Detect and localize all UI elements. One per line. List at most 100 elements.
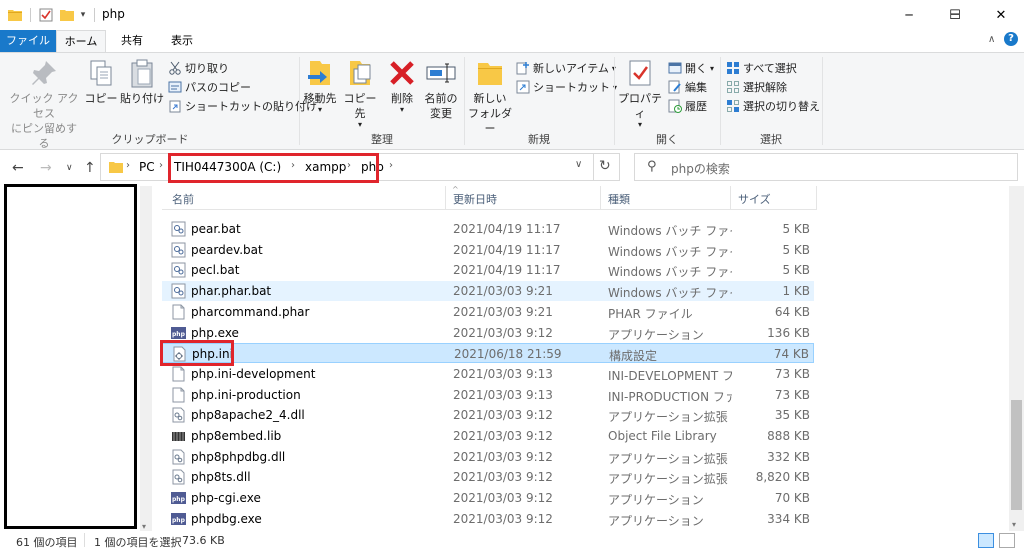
scissors-icon	[168, 61, 182, 75]
invert-selection-button[interactable]: 選択の切り替え	[726, 97, 820, 115]
properties-label: プロパティ	[618, 92, 662, 120]
file-row[interactable]: peardev.bat 2021/04/19 11:17 Windows バッチ フ…	[162, 240, 814, 260]
select-none-button[interactable]: 選択解除	[726, 78, 787, 96]
file-type: INI-DEVELOPMENT フ...	[608, 368, 732, 383]
folder-icon	[474, 57, 506, 89]
shortcut-button[interactable]: ショートカット ▾	[516, 78, 617, 96]
file-size: 64 KB	[774, 304, 810, 319]
minimize-button-2[interactable]: ─	[886, 0, 932, 30]
refresh-icon[interactable]: ↻	[599, 158, 611, 174]
delete-label: 削除	[391, 92, 413, 105]
file-date: 2021/06/18 21:59	[454, 347, 562, 362]
chevron-down-icon[interactable]: ▾	[142, 522, 146, 531]
edit-icon	[668, 80, 682, 94]
edit-button[interactable]: 編集	[668, 78, 707, 96]
copy-to-button[interactable]: コピー先 ▾	[340, 57, 380, 129]
file-size: 70 KB	[774, 491, 810, 506]
new-folder-quick-icon[interactable]	[60, 7, 74, 23]
delete-button[interactable]: 削除 ▾	[384, 57, 420, 114]
window-title: php	[102, 7, 125, 21]
pin-icon	[28, 57, 60, 89]
file-row[interactable]: pharcommand.phar 2021/03/03 9:21 PHAR ファイル…	[162, 302, 814, 322]
column-type[interactable]: 種類	[608, 191, 630, 207]
maximize-button[interactable]: ☐	[932, 0, 978, 30]
file-size: 73 KB	[774, 366, 810, 381]
file-row[interactable]: php8embed.lib 2021/03/03 9:12 Object File …	[162, 426, 814, 446]
copy-label: コピー	[84, 92, 118, 105]
file-name: pharcommand.phar	[191, 304, 310, 319]
file-row[interactable]: php8apache2_4.dll 2021/03/03 9:12 アプリケーション…	[162, 405, 814, 425]
move-to-button[interactable]: 移動先 ▾	[302, 57, 338, 114]
php-exe-icon: php	[171, 511, 186, 527]
open-button[interactable]: 開く ▾	[668, 59, 714, 77]
open-icon	[668, 61, 682, 75]
selection-size: 73.6 KB	[182, 534, 225, 547]
file-row[interactable]: php.ini 2021/06/18 21:59 構成設定 74 KB	[162, 343, 814, 364]
chevron-up-icon[interactable]: ∧	[988, 34, 995, 45]
recent-locations-icon[interactable]: ∨	[66, 163, 73, 173]
new-folder-button[interactable]: 新しい フォルダー	[468, 57, 512, 136]
file-date: 2021/03/03 9:12	[453, 491, 553, 506]
large-icons-view-icon[interactable]	[999, 533, 1015, 548]
breadcrumb-pc[interactable]: PC	[139, 160, 155, 174]
chevron-down-icon[interactable]: ▾	[1012, 520, 1016, 529]
select-all-button[interactable]: すべて選択	[726, 59, 797, 77]
file-date: 2021/04/19 11:17	[453, 263, 561, 278]
scrollbar-thumb[interactable]	[1011, 400, 1022, 510]
navigation-pane-scrollbar[interactable]: ▾	[140, 186, 152, 531]
php-exe-icon: php	[171, 490, 186, 506]
file-row[interactable]: phar.phar.bat 2021/03/03 9:21 Windows バッチ …	[162, 281, 814, 302]
file-name: php.ini-development	[191, 366, 316, 381]
file-size: 1 KB	[782, 284, 810, 299]
forward-arrow-icon[interactable]: →	[40, 160, 52, 176]
back-arrow-icon[interactable]: ←	[12, 160, 24, 176]
tab-share[interactable]: 共有	[110, 30, 154, 52]
details-view-icon[interactable]	[978, 533, 994, 548]
file-row[interactable]: php.ini-production 2021/03/03 9:13 INI-PRO…	[162, 385, 814, 405]
paste-button[interactable]: 貼り付け	[120, 57, 164, 106]
file-row[interactable]: pear.bat 2021/04/19 11:17 Windows バッチ ファイル…	[162, 219, 814, 239]
history-label: 履歴	[685, 100, 707, 113]
file-list-scrollbar[interactable]: ▾	[1009, 186, 1024, 531]
column-size[interactable]: サイズ	[738, 191, 771, 207]
cut-button[interactable]: 切り取り	[168, 59, 229, 77]
column-name[interactable]: 名前	[172, 191, 194, 207]
up-arrow-icon[interactable]: ↑	[84, 160, 96, 176]
file-row[interactable]: php8ts.dll 2021/03/03 9:12 アプリケーション拡張 8,820…	[162, 467, 814, 487]
partial-row	[162, 210, 814, 215]
properties-button[interactable]: プロパティ ▾	[616, 57, 664, 129]
file-row[interactable]: php phpdbg.exe 2021/03/03 9:12 アプリケーション 334 …	[162, 509, 814, 529]
copy-path-button[interactable]: パスのコピー	[168, 78, 251, 96]
move-to-label: 移動先	[303, 92, 337, 105]
shortcut-label: ショートカット	[533, 81, 610, 94]
search-input[interactable]: phpの検索	[671, 160, 730, 177]
history-button[interactable]: 履歴	[668, 97, 707, 115]
tab-view[interactable]: 表示	[160, 30, 204, 52]
file-type: アプリケーション拡張	[608, 451, 728, 466]
file-row[interactable]: php php.exe 2021/03/03 9:12 アプリケーション 136 KB	[162, 323, 814, 343]
rename-button[interactable]: 名前の 変更	[422, 57, 460, 121]
copy-button[interactable]: コピー	[84, 57, 118, 106]
file-date: 2021/03/03 9:21	[453, 284, 553, 299]
file-size: 5 KB	[782, 242, 810, 257]
new-item-label: 新しいアイテム	[533, 62, 609, 75]
file-row[interactable]: pecl.bat 2021/04/19 11:17 Windows バッチ ファイル…	[162, 260, 814, 280]
help-icon[interactable]: ?	[1004, 32, 1018, 46]
file-date: 2021/03/03 9:13	[453, 387, 553, 402]
file-date: 2021/03/03 9:12	[453, 325, 553, 340]
new-item-button[interactable]: 新しいアイテム ▾	[516, 59, 616, 77]
tab-home[interactable]: ホーム	[56, 30, 106, 53]
file-icon	[171, 387, 186, 403]
file-row[interactable]: php8phpdbg.dll 2021/03/03 9:12 アプリケーション拡張 3…	[162, 447, 814, 467]
file-row[interactable]: php.ini-development 2021/03/03 9:13 INI-DE…	[162, 364, 814, 384]
customize-quick-access-icon[interactable]: ▾	[78, 7, 88, 23]
address-history-dropdown[interactable]: ∨	[575, 159, 582, 170]
paste-shortcut-button[interactable]: ショートカットの貼り付け	[168, 97, 317, 115]
tab-file[interactable]: ファイル	[0, 30, 56, 52]
search-box[interactable]: ⚲ phpの検索	[634, 153, 1018, 181]
file-row[interactable]: php php-cgi.exe 2021/03/03 9:12 アプリケーション 70 …	[162, 488, 814, 508]
file-type: 構成設定	[609, 349, 658, 364]
close-button[interactable]: ✕	[978, 0, 1024, 30]
properties-quick-icon[interactable]	[38, 7, 54, 23]
column-date[interactable]: 更新日時	[453, 191, 497, 207]
